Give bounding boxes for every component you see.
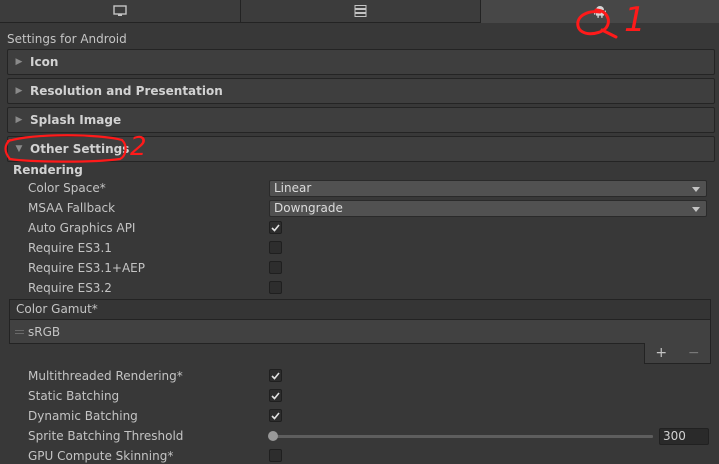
checkmark-icon xyxy=(271,371,280,380)
require-es32-label: Require ES3.2 xyxy=(28,281,112,295)
foldout-other-settings[interactable]: ▼ Other Settings xyxy=(7,136,715,162)
foldout-label: Other Settings xyxy=(30,142,130,156)
dynamic-batching-checkbox[interactable] xyxy=(269,409,282,422)
dynamic-batching-label: Dynamic Batching xyxy=(28,409,138,423)
foldout-icon[interactable]: ▶ Icon xyxy=(7,49,715,75)
msaa-fallback-dropdown[interactable]: Downgrade xyxy=(269,200,707,217)
color-gamut-footer: + − xyxy=(644,343,711,364)
remove-icon[interactable]: − xyxy=(688,345,700,361)
foldout-splash-image[interactable]: ▶ Splash Image xyxy=(7,107,715,133)
color-gamut-header: Color Gamut* xyxy=(10,300,710,320)
require-es31-label: Require ES3.1 xyxy=(28,241,112,255)
platform-tabs xyxy=(0,0,719,23)
color-space-label: Color Space* xyxy=(28,181,106,195)
require-es31-aep-checkbox[interactable] xyxy=(269,261,282,274)
color-space-value: Linear xyxy=(274,181,312,195)
sprite-batching-threshold-label: Sprite Batching Threshold xyxy=(28,429,184,443)
color-space-dropdown[interactable]: Linear xyxy=(269,180,707,197)
require-es31-checkbox[interactable] xyxy=(269,241,282,254)
chevron-right-icon: ▶ xyxy=(15,57,23,67)
multithreaded-rendering-label: Multithreaded Rendering* xyxy=(28,369,183,383)
checkmark-icon xyxy=(271,411,280,420)
android-icon xyxy=(594,5,606,18)
desktop-icon xyxy=(113,5,127,17)
chevron-right-icon: ▶ xyxy=(15,86,23,96)
tab-android[interactable] xyxy=(481,0,719,23)
gpu-compute-skinning-label: GPU Compute Skinning* xyxy=(28,449,174,463)
chevron-down-icon: ▼ xyxy=(15,144,23,154)
sprite-batching-threshold-input[interactable]: 300 xyxy=(659,428,709,445)
foldout-label: Resolution and Presentation xyxy=(30,84,223,98)
require-es31-aep-label: Require ES3.1+AEP xyxy=(28,261,145,275)
gpu-compute-skinning-checkbox[interactable] xyxy=(269,449,282,462)
tab-standalone[interactable] xyxy=(0,0,241,23)
static-batching-checkbox[interactable] xyxy=(269,389,282,402)
dropdown-caret-icon xyxy=(692,187,700,192)
auto-graphics-api-checkbox[interactable] xyxy=(269,221,282,234)
server-icon xyxy=(354,5,367,17)
color-gamut-list: Color Gamut* sRGB xyxy=(9,299,711,344)
list-item[interactable]: sRGB xyxy=(10,320,710,344)
auto-graphics-api-label: Auto Graphics API xyxy=(28,221,136,235)
foldout-label: Splash Image xyxy=(30,113,122,127)
multithreaded-rendering-checkbox[interactable] xyxy=(269,369,282,382)
msaa-fallback-value: Downgrade xyxy=(274,201,343,215)
foldout-resolution-and-presentation[interactable]: ▶ Resolution and Presentation xyxy=(7,78,715,104)
static-batching-label: Static Batching xyxy=(28,389,120,403)
foldout-label: Icon xyxy=(30,55,59,69)
add-icon[interactable]: + xyxy=(655,345,667,361)
tab-dedicated-server[interactable] xyxy=(241,0,481,23)
checkmark-icon xyxy=(271,223,280,232)
checkmark-icon xyxy=(271,391,280,400)
settings-title: Settings for Android xyxy=(7,32,127,46)
drag-handle-icon[interactable] xyxy=(15,330,24,334)
rendering-heading: Rendering xyxy=(13,163,83,177)
slider-thumb[interactable] xyxy=(268,431,278,441)
chevron-right-icon: ▶ xyxy=(15,115,23,125)
sprite-batching-threshold-slider[interactable] xyxy=(272,435,653,438)
color-gamut-item-label: sRGB xyxy=(28,325,61,339)
msaa-fallback-label: MSAA Fallback xyxy=(28,201,116,215)
dropdown-caret-icon xyxy=(692,207,700,212)
require-es32-checkbox[interactable] xyxy=(269,281,282,294)
